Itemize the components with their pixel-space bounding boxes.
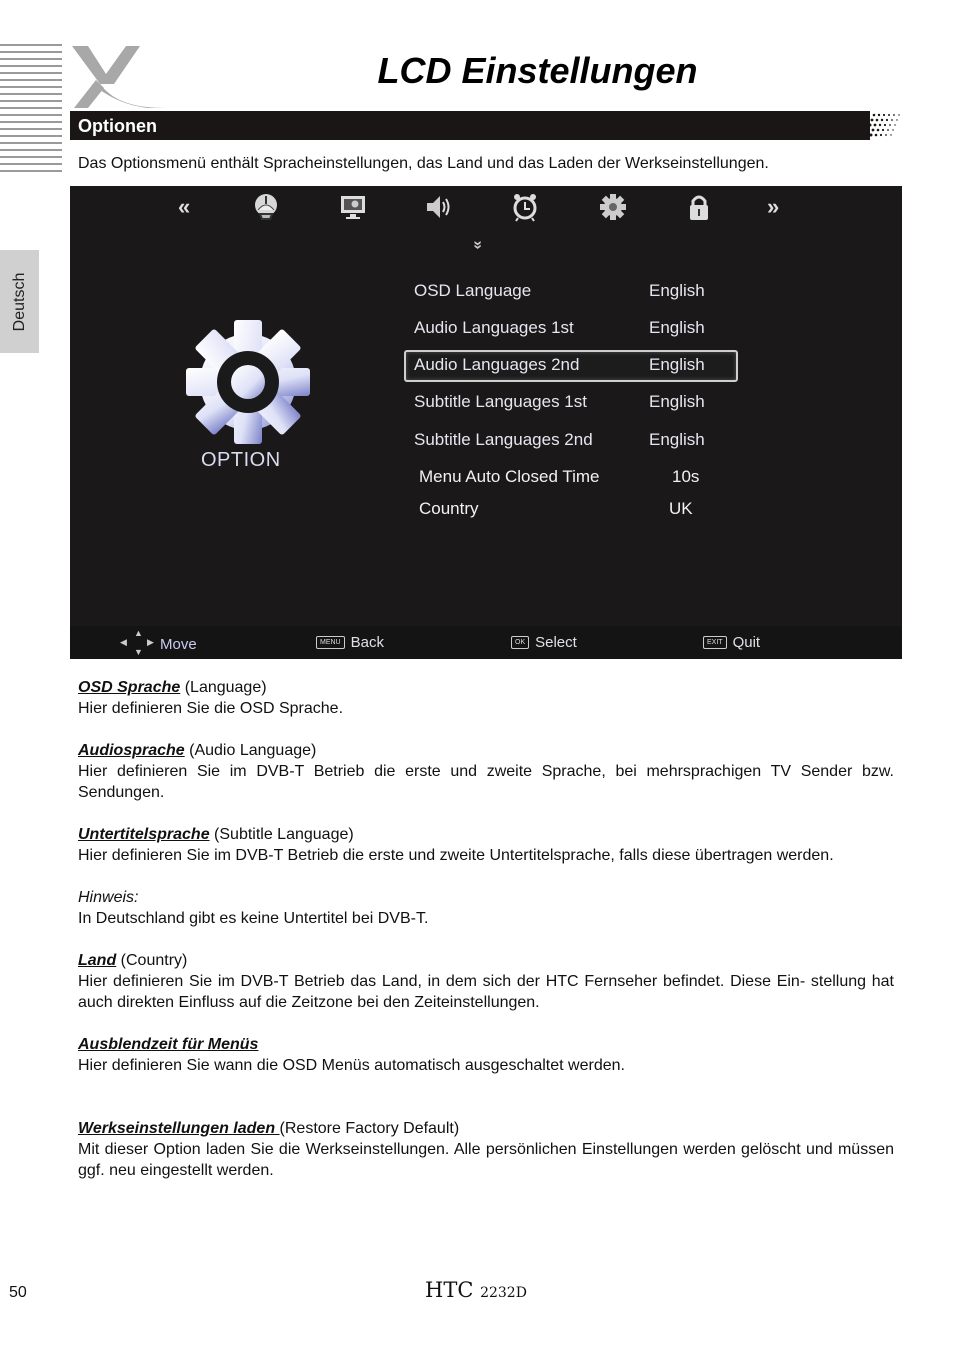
row-value: 10s: [672, 467, 700, 486]
row-value: English: [649, 392, 705, 411]
quit-hint: EXIT Quit: [703, 634, 760, 651]
note-label: Hinweis:: [78, 889, 139, 906]
row-value: English: [649, 281, 705, 300]
section-heading: Audiosprache: [78, 742, 185, 759]
osd-menu-row-audio-language-2nd-selected[interactable]: Audio Languages 2nd English: [404, 350, 738, 382]
halftone-decoration: [864, 113, 900, 137]
lock-icon[interactable]: [682, 190, 716, 224]
row-label: Country: [419, 499, 479, 518]
select-hint: OK Select: [511, 634, 577, 651]
section-heading: Land: [78, 952, 117, 969]
osd-menu-row-subtitle-language-1st[interactable]: Subtitle Languages 1st English: [404, 387, 738, 419]
scroll-down-chevron-icon: »: [469, 240, 487, 250]
section-country: Land (Country): [78, 952, 188, 969]
move-hint-label: Move: [160, 636, 197, 653]
dpad-arrows-icon: ▲ ◀ ▶ ▼: [120, 627, 154, 657]
language-tab-label: Deutsch: [10, 272, 28, 331]
prev-category-arrow-icon[interactable]: «: [178, 194, 190, 220]
document-body: OSD Sprache (Language) Hier definieren S…: [78, 677, 894, 1181]
section-text: Hier definieren Sie wann die OSD Menüs a…: [78, 1057, 625, 1074]
osd-menu-row-subtitle-language-2nd[interactable]: Subtitle Languages 2nd English: [404, 425, 738, 457]
section-heading: OSD Sprache: [78, 679, 181, 696]
option-gear-icon[interactable]: [596, 190, 630, 224]
row-value: UK: [669, 499, 693, 518]
section-osd-language: OSD Sprache (Language): [78, 679, 267, 696]
osd-category-bar: « »: [70, 186, 902, 226]
row-label: OSD Language: [414, 281, 532, 300]
option-category-label: OPTION: [201, 449, 281, 471]
back-hint: MENU Back: [316, 634, 384, 651]
menu-key-icon: MENU: [316, 636, 345, 649]
row-label: Menu Auto Closed Time: [419, 467, 600, 486]
quit-hint-label: Quit: [732, 634, 761, 651]
section-audio-language: Audiosprache (Audio Language): [78, 742, 317, 759]
section-text: Hier definieren Sie im DVB-T Betrieb das…: [78, 973, 894, 1011]
select-hint-label: Select: [535, 634, 577, 651]
sound-icon[interactable]: [422, 190, 456, 224]
section-menu-timeout: Ausblendzeit für Menüs: [78, 1034, 894, 1055]
osd-menu-screenshot: « » » OPTION OSD Language English Audio …: [70, 186, 902, 659]
picture-icon[interactable]: [336, 190, 370, 224]
intro-text: Das Optionsmenü enthält Spracheinstellun…: [78, 155, 769, 172]
osd-menu-row-country[interactable]: Country UK: [404, 494, 738, 526]
osd-menu-row-osd-language[interactable]: OSD Language English: [404, 276, 738, 308]
section-text: Hier definieren Sie im DVB-T Betrieb die…: [78, 763, 894, 801]
option-category-gear-icon: [186, 320, 310, 444]
section-title: Optionen: [78, 116, 157, 136]
row-label: Audio Languages 1st: [414, 318, 574, 337]
section-header-bar: Optionen: [70, 111, 870, 140]
section-text: Hier definieren Sie die OSD Sprache.: [78, 700, 344, 717]
section-heading: Werkseinstellungen laden: [78, 1120, 280, 1137]
timer-icon[interactable]: [508, 190, 542, 224]
section-subtitle-language: Untertitelsprache (Subtitle Language): [78, 826, 354, 843]
osd-menu-row-audio-language-1st[interactable]: Audio Languages 1st English: [404, 313, 738, 345]
next-category-arrow-icon[interactable]: »: [767, 194, 779, 220]
row-value: English: [649, 318, 705, 337]
row-label: Audio Languages 2nd: [414, 355, 580, 374]
row-label: Subtitle Languages 2nd: [414, 430, 593, 449]
section-text: Hier definieren Sie im DVB-T Betrieb die…: [78, 847, 834, 864]
osd-menu-row-menu-auto-closed-time[interactable]: Menu Auto Closed Time 10s: [404, 462, 738, 494]
page-number: 50: [9, 1284, 27, 1301]
back-hint-label: Back: [350, 634, 384, 651]
note-text: In Deutschland gibt es keine Untertitel …: [78, 910, 429, 927]
move-hint: ▲ ◀ ▶ ▼ Move: [120, 627, 197, 657]
ok-key-icon: OK: [511, 636, 530, 649]
row-value: English: [649, 430, 705, 449]
row-label: Subtitle Languages 1st: [414, 392, 587, 411]
page-title: LCD Einstellungen: [377, 50, 698, 91]
section-factory-reset: Werkseinstellungen laden (Restore Factor…: [78, 1120, 460, 1137]
model-name: HTC 2232D: [425, 1278, 527, 1302]
section-text: Mit dieser Option laden Sie die Werksein…: [78, 1141, 894, 1179]
row-value: English: [649, 355, 705, 374]
section-heading: Ausblendzeit für Menüs: [78, 1036, 259, 1053]
osd-hint-bar: ▲ ◀ ▶ ▼ Move MENU Back OK Select EXIT Quit: [70, 626, 902, 659]
section-heading: Untertitelsprache: [78, 826, 210, 843]
exit-key-icon: EXIT: [703, 636, 727, 649]
channel-icon[interactable]: [249, 190, 283, 224]
language-tab: Deutsch: [0, 250, 39, 353]
